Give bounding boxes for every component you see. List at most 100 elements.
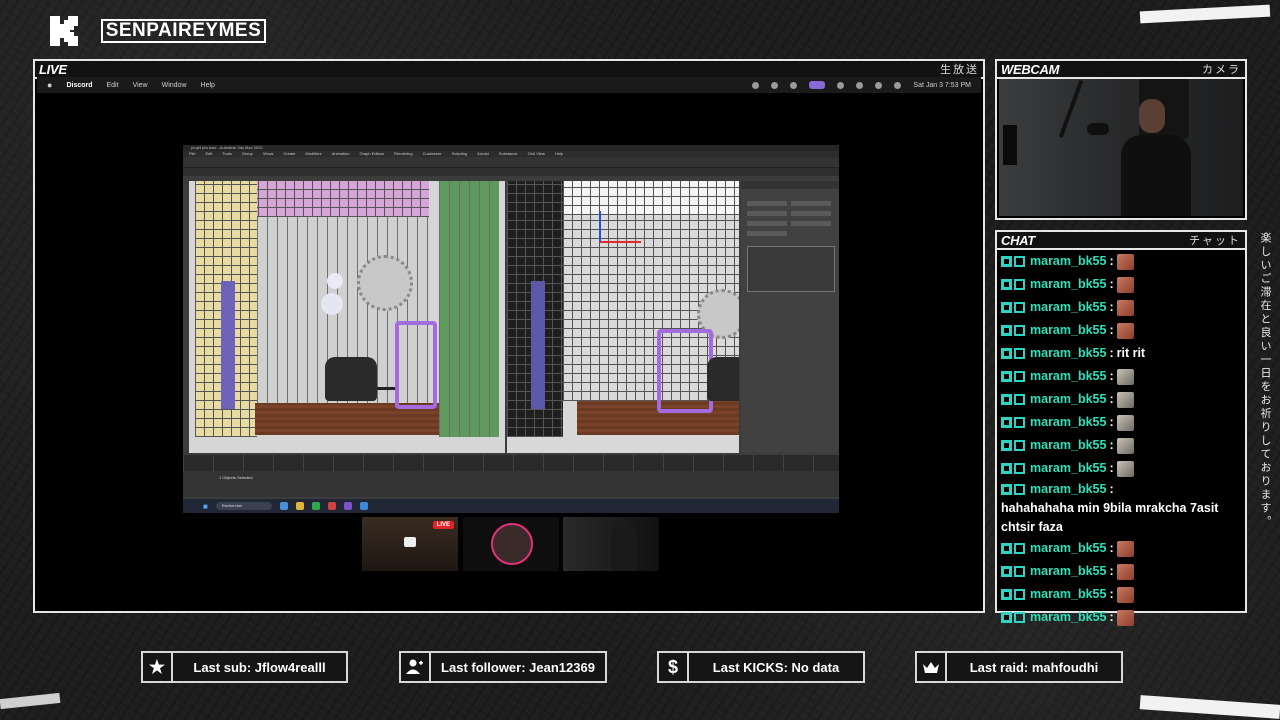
chat-username[interactable]: maram_bk55 [1030, 585, 1106, 604]
modifier-stack[interactable] [747, 246, 835, 292]
chat-username[interactable]: maram_bk55 [1030, 539, 1106, 558]
status-icon[interactable] [790, 81, 798, 89]
command-button[interactable] [747, 231, 787, 236]
right-wall-green [439, 181, 499, 437]
status-icon[interactable] [837, 81, 845, 89]
mac-menubar: ● Discord Edit View Window Help Sat Jan … [37, 77, 981, 93]
kick-badge-icon [1001, 348, 1012, 359]
taskbar-app-icon[interactable] [311, 502, 320, 510]
thumbnail-webcam[interactable] [563, 517, 659, 571]
chat-username[interactable]: maram_bk55 [1030, 390, 1106, 409]
chat-username[interactable]: maram_bk55 [1030, 275, 1106, 294]
chat-username[interactable]: maram_bk55 [1030, 413, 1106, 432]
taskbar-app-icon[interactable] [359, 502, 368, 510]
command-button[interactable] [747, 221, 787, 226]
chat-message: maram_bk55: [1001, 537, 1241, 560]
command-button[interactable] [791, 201, 831, 206]
chat-username[interactable]: maram_bk55 [1030, 608, 1106, 627]
chat-colon: : [1109, 482, 1114, 496]
sub-badge-icon [1014, 612, 1025, 623]
webcam-title: WEBCAM [1001, 61, 1060, 77]
last-raid-box: Last raid: mahfoudhi [915, 651, 1123, 683]
sub-badge-icon [1014, 371, 1025, 382]
max-menu-item[interactable]: Help [555, 151, 563, 157]
avatar [491, 523, 533, 565]
ceiling-wireframe [249, 181, 429, 217]
chat-message: maram_bk55: [1001, 411, 1241, 434]
webcam-jp-label: カメラ [1202, 64, 1241, 76]
chat-message: maram_bk55: [1001, 250, 1241, 273]
chat-username[interactable]: maram_bk55 [1030, 562, 1106, 581]
max-menu-item[interactable]: Edit [205, 151, 212, 157]
max-menu-item[interactable]: Modifiers [305, 151, 321, 157]
max-menu-item[interactable]: Graph Editors [359, 151, 384, 157]
command-button[interactable] [791, 211, 831, 216]
chat-emote-icon [1116, 391, 1134, 408]
windows-start-icon[interactable]: ■ [203, 502, 208, 511]
command-button[interactable] [747, 211, 787, 216]
max-menu-item[interactable]: Civil View [528, 151, 545, 157]
crown-icon [917, 653, 947, 681]
taskbar-app-icon[interactable] [327, 502, 336, 510]
max-menu-item[interactable]: Group [242, 151, 253, 157]
last-raid-label: Last raid: mahfoudhi [969, 659, 1099, 675]
chat-username[interactable]: maram_bk55 [1030, 298, 1106, 317]
max-menu-item[interactable]: Substance [499, 151, 518, 157]
chat-username[interactable]: maram_bk55 [1030, 252, 1106, 271]
max-menu-item[interactable]: Rendering [394, 151, 412, 157]
command-button[interactable] [747, 201, 787, 206]
max-command-panel[interactable] [741, 181, 839, 453]
menubar-item-view[interactable]: View [133, 82, 148, 89]
taskbar-search[interactable]: Rechercher [215, 502, 272, 510]
chat-username[interactable]: maram_bk55 [1030, 367, 1106, 386]
menubar-item-help[interactable]: Help [201, 82, 215, 89]
ceiling-white [563, 181, 739, 215]
chat-username[interactable]: maram_bk55 [1030, 344, 1106, 363]
max-menu-item[interactable]: Customize [423, 151, 442, 157]
taskbar-app-icon[interactable] [343, 502, 352, 510]
menubar-item-window[interactable]: Window [162, 82, 187, 89]
max-menu-item[interactable]: File [189, 151, 195, 157]
thumbnail-game-stream[interactable]: LIVE [362, 517, 458, 571]
chat-username[interactable]: maram_bk55 [1030, 321, 1106, 340]
viewport-perspective[interactable] [189, 181, 505, 453]
chat-message: maram_bk55: [1001, 365, 1241, 388]
menubar-status-area: Sat Jan 3 7:53 PM [752, 81, 971, 89]
taskbar-app-icon[interactable] [279, 502, 288, 510]
status-icon[interactable] [752, 81, 760, 89]
discord-status-icon[interactable] [809, 81, 826, 89]
viewport-front[interactable] [507, 181, 739, 453]
dollar-icon: $ [659, 653, 689, 681]
taskbar-app-icon[interactable] [295, 502, 304, 510]
chat-username[interactable]: maram_bk55 [1030, 459, 1106, 478]
menubar-item-edit[interactable]: Edit [107, 82, 119, 89]
max-ribbon[interactable] [183, 168, 839, 176]
control-center-icon[interactable] [894, 81, 902, 89]
max-menu-item[interactable]: Views [263, 151, 274, 157]
menubar-item-discord[interactable]: Discord [66, 82, 92, 89]
webcam-panel-header: WEBCAM カメラ [997, 61, 1245, 79]
max-menu-item[interactable]: Animation [332, 151, 350, 157]
chat-message: maram_bk55: [1001, 434, 1241, 457]
chat-message-list[interactable]: maram_bk55: maram_bk55: maram_bk55: maram_b… [1001, 250, 1241, 629]
command-button[interactable] [791, 221, 831, 226]
streamer-head [1139, 99, 1165, 133]
max-timeline[interactable] [183, 455, 839, 471]
max-menu-item[interactable]: Scripting [452, 151, 468, 157]
sub-badge-icon [1014, 279, 1025, 290]
live-title: LIVE [39, 61, 67, 77]
last-follower-label: Last follower: Jean12369 [441, 659, 595, 675]
chat-emote-icon [1116, 368, 1134, 385]
wifi-icon[interactable] [875, 81, 883, 89]
max-menu-item[interactable]: Arnold [477, 151, 489, 157]
chat-username[interactable]: maram_bk55 [1030, 436, 1106, 455]
thumbnail-avatar[interactable] [463, 517, 559, 571]
command-panel-tabs[interactable] [741, 181, 839, 189]
moon-icon[interactable] [856, 81, 864, 89]
status-icon[interactable] [771, 81, 779, 89]
chat-colon: : [1109, 346, 1114, 360]
max-menu-item[interactable]: Create [283, 151, 295, 157]
max-main-toolbar[interactable] [183, 157, 839, 168]
chat-username[interactable]: maram_bk55 [1030, 480, 1106, 499]
max-menu-item[interactable]: Tools [222, 151, 231, 157]
